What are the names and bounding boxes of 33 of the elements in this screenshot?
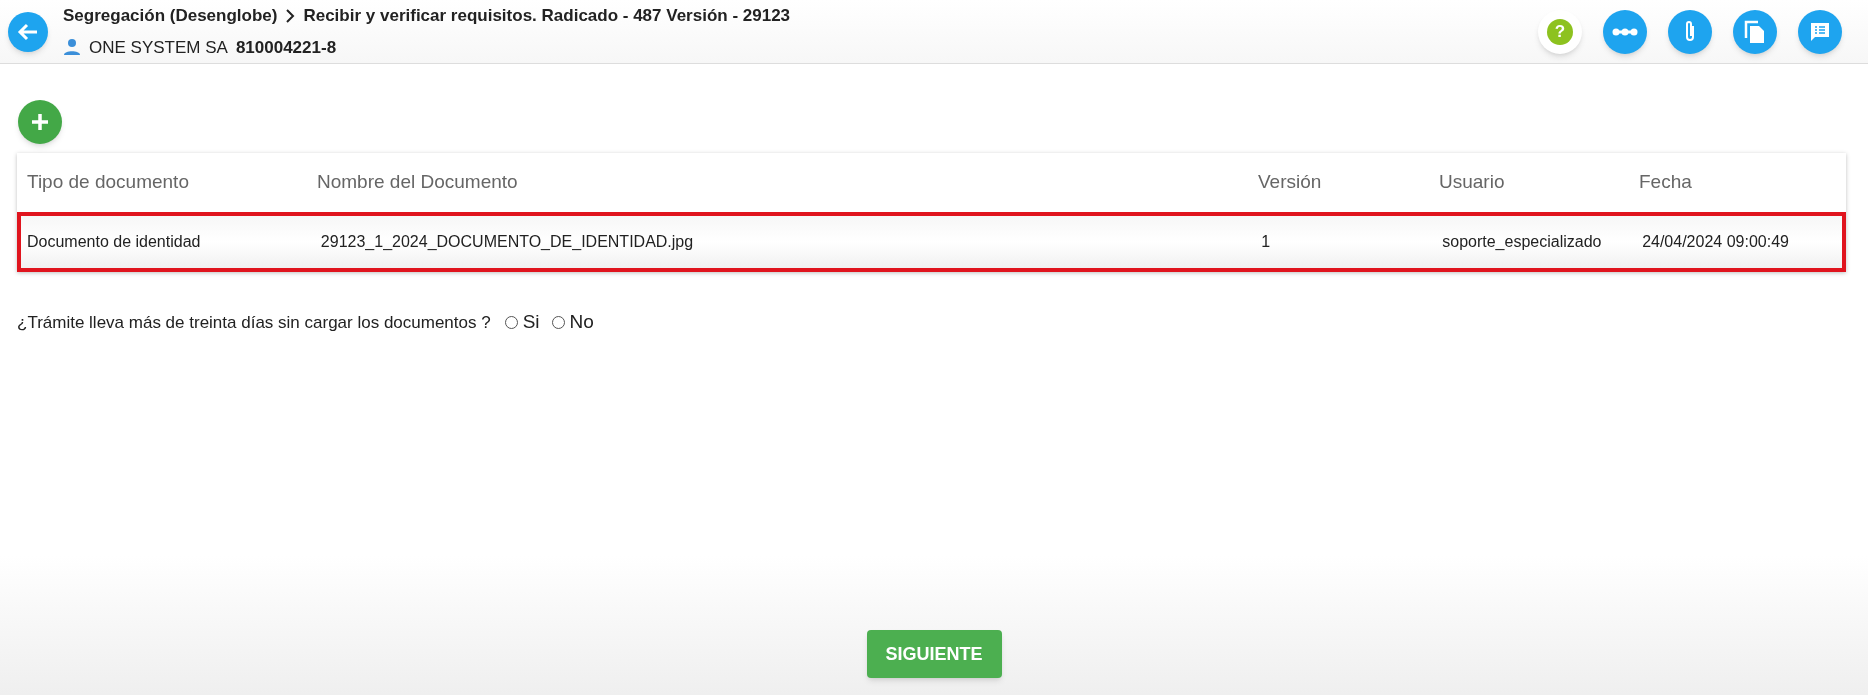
comment-icon <box>1809 20 1831 43</box>
plus-icon <box>30 112 50 132</box>
back-button[interactable] <box>8 11 48 52</box>
user-icon <box>63 38 81 57</box>
add-button[interactable] <box>18 100 62 144</box>
radio-option[interactable]: Si <box>504 308 540 337</box>
dots-line-icon <box>1612 26 1638 37</box>
copy-button[interactable] <box>1733 9 1777 54</box>
table-cell-text: Documento de identidad <box>26 232 202 252</box>
column-header: Usuario <box>1439 170 1506 195</box>
table-cell-text: 29123_1_2024_DOCUMENTO_DE_IDENTIDAD.jpg <box>320 232 695 252</box>
question-text: ¿Trámite lleva más de treinta días sin cargar los documentos ? <box>17 311 491 334</box>
column-header: Nombre del Documento <box>317 170 519 195</box>
copy-icon <box>1744 19 1766 44</box>
column-header: Fecha <box>1639 170 1693 195</box>
help-icon: ? <box>1547 18 1573 45</box>
company-id: 810004221-8 <box>235 36 337 59</box>
table-cell-text: soporte_especializado <box>1442 232 1603 252</box>
chevron-right-icon <box>285 8 296 23</box>
column-header: Tipo de documento <box>26 170 190 195</box>
paperclip-icon <box>1683 19 1697 44</box>
breadcrumb-item: Segregación (Desenglobe) <box>63 5 278 27</box>
table-cell-text: 24/04/2024 09:00:49 <box>1642 232 1790 252</box>
breadcrumb-item: Recibir y verificar requisitos. Radicado - 487 Versión - 29123 <box>303 5 791 27</box>
table-cell-text: 1 <box>1261 232 1272 252</box>
radio-option[interactable]: No <box>551 308 594 337</box>
back-arrow-icon <box>17 22 39 41</box>
comments-button[interactable] <box>1798 9 1842 54</box>
table-row[interactable]: Documento de identidad 29123_1_2024_DOCUMENTO_DE_IDENTIDAD.jpg 1 soporte_especializado 24/04/2024 09:00:49 <box>17 212 1846 272</box>
company-name: ONE SYSTEM SA <box>89 36 228 59</box>
attach-button[interactable] <box>1668 9 1712 54</box>
flow-button[interactable] <box>1603 9 1647 54</box>
column-header: Versión <box>1258 170 1323 195</box>
